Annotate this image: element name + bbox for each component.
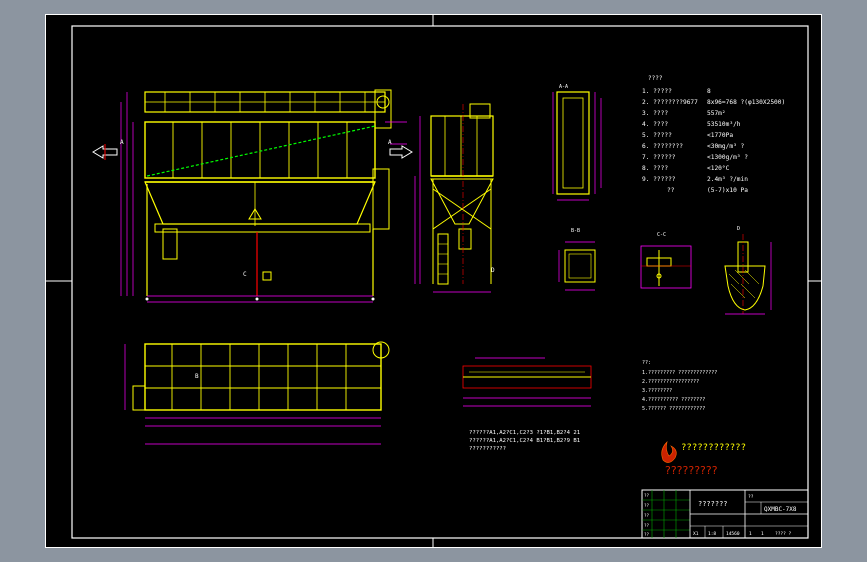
section-label-c: C-C xyxy=(657,232,666,238)
cad-viewport[interactable]: A A C D A-A B-B C-C D B ???? 1. ????? 8 … xyxy=(0,0,867,562)
spec-value: <1770Pa xyxy=(707,132,733,139)
parts-note-line: ??????A1,A2?C1,C2?4 B1?B1,B2?9 B1 xyxy=(469,438,580,444)
spec-value: 8 xyxy=(707,88,711,95)
parts-note: ??????A1,A2?C1,C2?3 ?1?B1,B2?4 21 ??????… xyxy=(469,430,580,452)
drawing-sheet: A A C D A-A B-B C-C D B ???? 1. ????? 8 … xyxy=(45,14,822,548)
code-label: ?? xyxy=(748,494,754,500)
logo-caption: ????????? xyxy=(665,464,718,477)
sheet-info: 1 xyxy=(749,531,752,537)
bottom-cell: X1 xyxy=(693,531,699,537)
spec-label: 4. ???? xyxy=(642,121,668,128)
tech-note: 5.?????? ???????????? xyxy=(642,406,705,412)
title-row-label: ?? xyxy=(644,523,650,528)
spec-label: 7. ?????? xyxy=(642,154,676,161)
spec-value: 557m² xyxy=(707,110,726,117)
tech-notes: ??: 1.????????? ????????????? 2.????????… xyxy=(642,360,717,412)
section-label-a: A-A xyxy=(559,84,568,90)
side-view: D xyxy=(414,103,495,293)
bottom-cell: 14560 xyxy=(726,531,740,537)
flame-icon xyxy=(661,441,677,463)
tech-note: 2.????????????????? xyxy=(642,379,699,385)
spec-label: ?? xyxy=(667,187,675,194)
sheet-info: 1 xyxy=(761,531,764,537)
tech-note: 1.????????? ????????????? xyxy=(642,370,717,376)
front-view: A A C xyxy=(92,89,413,303)
spec-list: ???? 1. ????? 8 2. ????????9677 8x96=768… xyxy=(642,75,785,194)
plan-view: B xyxy=(124,341,390,445)
detail-b-b: B-B xyxy=(558,228,596,291)
spec-label: 6. ???????? xyxy=(642,143,683,150)
parts-note-line: ??????A1,A2?C1,C2?3 ?1?B1,B2?4 21 xyxy=(469,430,580,436)
title-row-label: ?? xyxy=(644,493,650,498)
tech-notes-header: ??: xyxy=(642,360,651,366)
spec-value: 53510m³/h xyxy=(707,121,741,128)
parts-note-line: ??????????? xyxy=(469,446,506,452)
spec-label: 8. ???? xyxy=(642,165,668,172)
section-label-d: D xyxy=(737,226,740,232)
spec-value: <120°C xyxy=(707,164,730,172)
right-arrow-mark: A xyxy=(388,139,392,146)
company-logo: ???????????? ????????? xyxy=(661,441,746,477)
d-mark: D xyxy=(491,267,495,274)
spec-label: 2. ????????9677 xyxy=(642,99,698,106)
bottom-cell: 1:8 xyxy=(708,531,716,537)
title-row-label: ?? xyxy=(644,513,650,518)
spec-value: 2.4m³ ?/min xyxy=(707,176,748,183)
spec-header: ???? xyxy=(648,75,663,82)
tech-note: 4.?????????? ???????? xyxy=(642,397,705,403)
sheet-info: ???? ? xyxy=(775,531,792,537)
logo-text: ???????????? xyxy=(681,443,746,453)
spec-label: 1. ????? xyxy=(642,88,672,95)
section-label-b: B-B xyxy=(571,228,580,234)
title-row-label: ?? xyxy=(644,532,650,537)
c-mark: C xyxy=(243,271,247,278)
b-mark: B xyxy=(195,373,199,380)
drawing-code: QXMBC-7X8 xyxy=(764,506,797,513)
tech-note: 3.???????? xyxy=(642,388,672,394)
conveyor-view xyxy=(462,357,592,407)
spec-label: 9. ?????? xyxy=(642,176,676,183)
left-arrow-mark: A xyxy=(120,139,124,146)
title-row-label: ?? xyxy=(644,503,650,508)
spec-value: (5-7)x10 Pa xyxy=(707,187,748,194)
spec-value: <1300g/m³ ? xyxy=(707,154,748,161)
spec-label: 5. ????? xyxy=(642,132,672,139)
detail-d: D xyxy=(724,226,772,315)
product-name: ??????? xyxy=(698,500,728,508)
spec-value: <30mg/m³ ? xyxy=(707,143,745,150)
spec-value: 8x96=768 ?(φ130X2500) xyxy=(707,99,785,106)
spec-label: 3. ???? xyxy=(642,110,668,117)
detail-c-c: C-C xyxy=(640,232,692,289)
drawing-canvas: A A C D A-A B-B C-C D B ???? 1. ????? 8 … xyxy=(45,14,822,548)
detail-a-a: A-A xyxy=(552,84,602,201)
title-block: ??????? ?? QXMBC-7X8 ?? ?? ?? ?? ?? 1 1 … xyxy=(641,489,809,539)
